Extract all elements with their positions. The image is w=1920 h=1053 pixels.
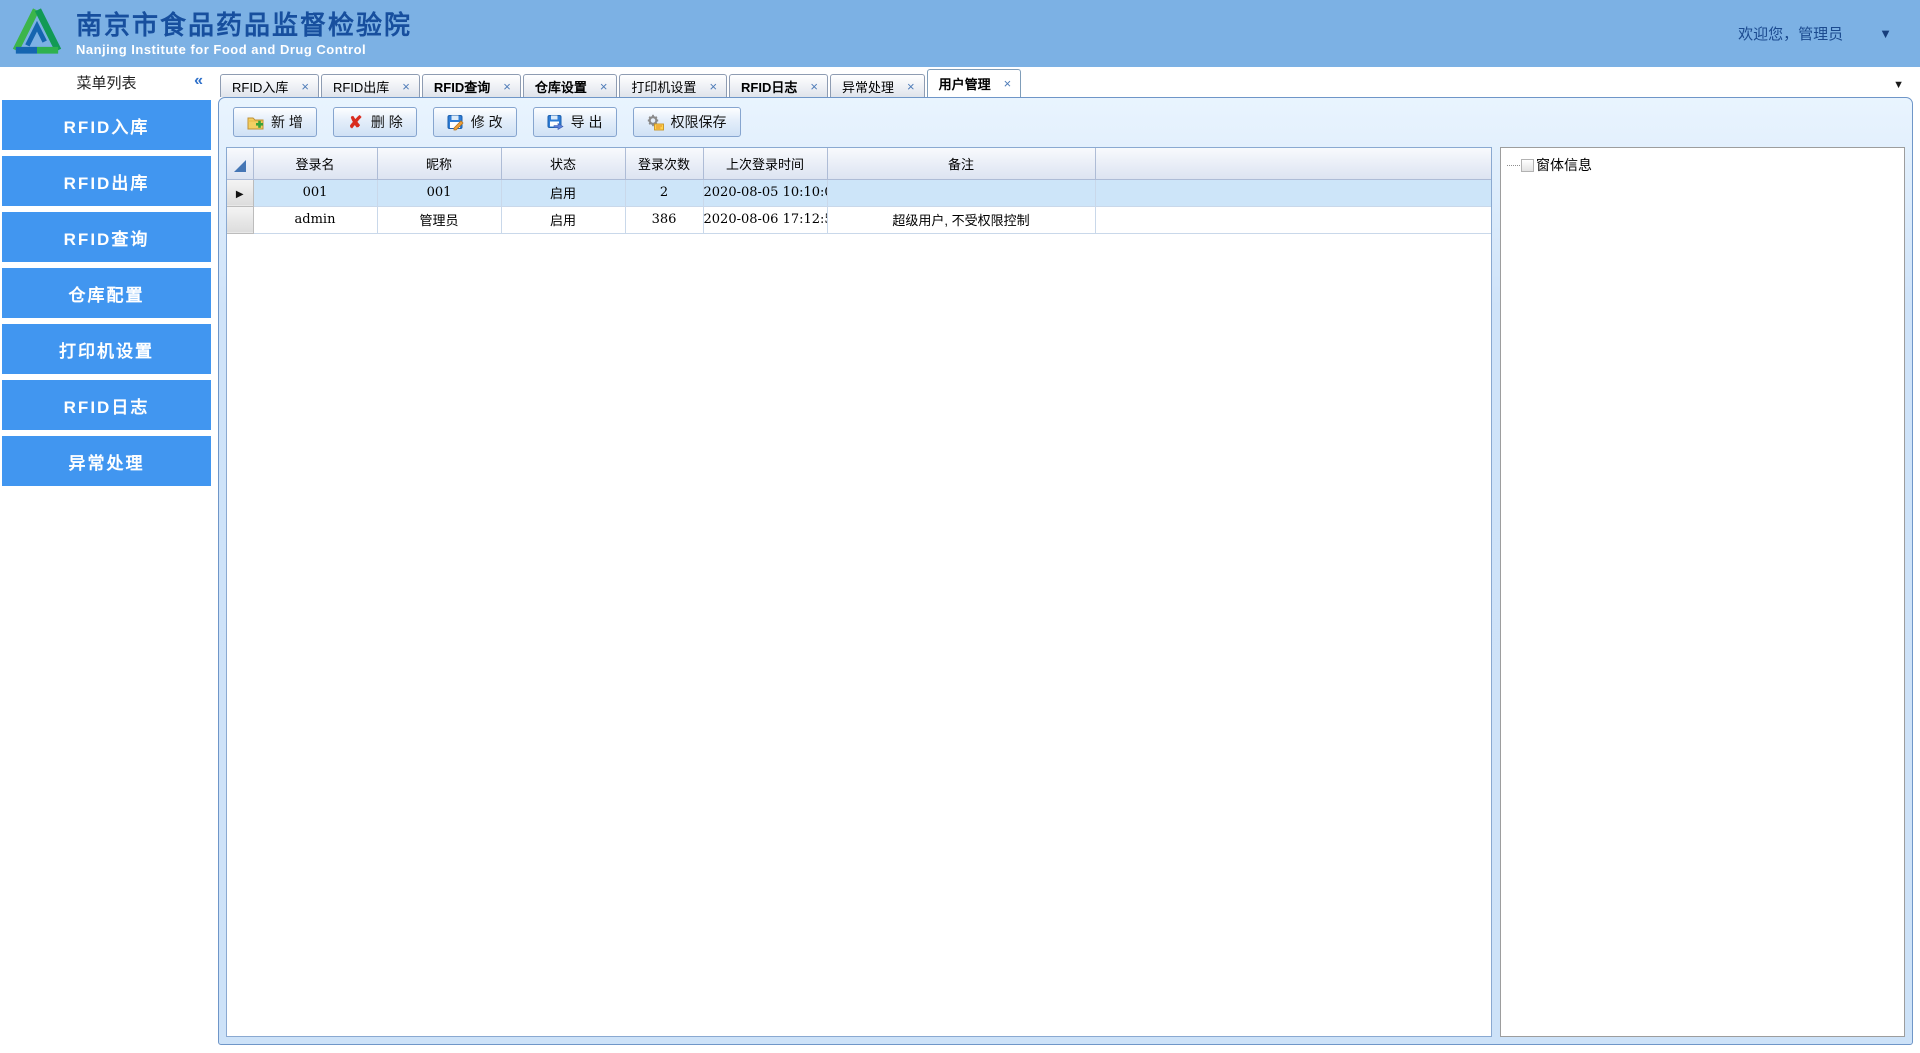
column-header-login[interactable]: 登录名 bbox=[252, 148, 378, 180]
cell-login: admin bbox=[252, 205, 378, 234]
cell-last-login: 2020-08-05 10:10:03 bbox=[702, 178, 828, 207]
tree-checkbox[interactable] bbox=[1521, 158, 1534, 172]
tab-close-icon[interactable]: × bbox=[402, 80, 410, 93]
cell-login-count: 386 bbox=[624, 205, 704, 234]
tab-close-icon[interactable]: × bbox=[907, 80, 915, 93]
tab-strip: RFID入库 × RFID出库 × RFID查询 × 仓库设置 × 打印机设置 bbox=[218, 67, 1920, 97]
current-row-marker-icon: ▶ bbox=[235, 189, 244, 200]
delete-button-label: 删 除 bbox=[370, 114, 403, 130]
select-all-header[interactable] bbox=[227, 148, 254, 180]
edit-button-label: 修 改 bbox=[470, 114, 503, 130]
column-header-nickname[interactable]: 昵称 bbox=[376, 148, 502, 180]
sidebar-item-exception-handling[interactable]: 异常处理 bbox=[2, 436, 211, 486]
tab-rfid-log[interactable]: RFID日志 × bbox=[729, 74, 828, 97]
table-row[interactable]: ▶ 001 001 启用 2 2020-08-05 10:10:03 bbox=[227, 178, 1491, 207]
column-header-last-login[interactable]: 上次登录时间 bbox=[702, 148, 828, 180]
tab-label: RFID入库 bbox=[232, 79, 289, 95]
cell-last-login: 2020-08-06 17:12:50 bbox=[702, 205, 828, 234]
row-indicator bbox=[227, 205, 254, 234]
column-header-login-count[interactable]: 登录次数 bbox=[624, 148, 704, 180]
tab-label: 仓库设置 bbox=[534, 79, 587, 95]
toolbar: 新 增 ✘ 删 除 修 改 导 出 权限保存 bbox=[233, 107, 1906, 138]
sidebar-title: 菜单列表 bbox=[76, 75, 137, 92]
column-header-status[interactable]: 状态 bbox=[500, 148, 626, 180]
tab-close-icon[interactable]: × bbox=[600, 80, 608, 93]
table-row[interactable]: admin 管理员 启用 386 2020-08-06 17:12:50 超级用… bbox=[227, 205, 1491, 234]
tab-label: RFID查询 bbox=[433, 79, 491, 95]
sidebar-item-rfid-inbound[interactable]: RFID入库 bbox=[2, 100, 211, 150]
tab-close-icon[interactable]: × bbox=[301, 80, 309, 93]
sidebar-item-printer-settings[interactable]: 打印机设置 bbox=[2, 324, 211, 374]
edit-floppy-icon bbox=[447, 114, 464, 131]
sidebar-item-rfid-outbound[interactable]: RFID出库 bbox=[2, 156, 211, 206]
app-subtitle: Nanjing Institute for Food and Drug Cont… bbox=[76, 42, 367, 57]
tab-rfid-query[interactable]: RFID查询 × bbox=[421, 74, 521, 97]
tab-close-icon[interactable]: × bbox=[810, 80, 818, 93]
app-header: 南京市食品药品监督检验院 Nanjing Institute for Food … bbox=[0, 0, 1920, 67]
tab-label: RFID出库 bbox=[332, 79, 390, 95]
tab-warehouse-settings[interactable]: 仓库设置 × bbox=[522, 74, 618, 97]
add-button-label: 新 增 bbox=[271, 114, 303, 130]
cell-nickname: 管理员 bbox=[376, 205, 502, 234]
edit-button[interactable]: 修 改 bbox=[432, 107, 517, 137]
table-header-row: 登录名 昵称 状态 登录次数 上次登录时间 备注 bbox=[227, 148, 1491, 180]
cell-filler bbox=[1094, 178, 1491, 207]
tab-close-icon[interactable]: × bbox=[503, 80, 511, 93]
tree-node-label: 窗体信息 bbox=[1536, 157, 1592, 173]
delete-icon: ✘ bbox=[348, 112, 363, 132]
delete-button[interactable]: ✘ 删 除 bbox=[332, 107, 417, 137]
user-table: 登录名 昵称 状态 登录次数 上次登录时间 备注 ▶ 001 001 启用 2 … bbox=[227, 148, 1491, 234]
sidebar-item-rfid-query[interactable]: RFID查询 bbox=[2, 212, 211, 262]
tab-label: 异常处理 bbox=[841, 79, 894, 95]
welcome-text: 欢迎您，管理员 bbox=[1738, 26, 1844, 43]
sidebar-item-rfid-log[interactable]: RFID日志 bbox=[2, 380, 211, 430]
tab-close-icon[interactable]: × bbox=[1004, 77, 1012, 90]
sidebar-item-warehouse-config[interactable]: 仓库配置 bbox=[2, 268, 211, 318]
tab-label: 用户管理 bbox=[938, 77, 991, 92]
select-all-icon bbox=[233, 160, 246, 173]
sidebar-collapse-icon[interactable]: « bbox=[194, 72, 203, 90]
cell-status: 启用 bbox=[500, 205, 626, 234]
permission-save-button-label: 权限保存 bbox=[670, 114, 727, 130]
cell-remark bbox=[826, 178, 1096, 207]
export-button-label: 导 出 bbox=[570, 114, 603, 130]
user-grid-panel: 登录名 昵称 状态 登录次数 上次登录时间 备注 ▶ 001 001 启用 2 … bbox=[226, 147, 1492, 1037]
tab-overflow-icon[interactable]: ▼ bbox=[1893, 79, 1904, 91]
tab-close-icon[interactable]: × bbox=[709, 80, 717, 93]
cell-filler bbox=[1094, 205, 1491, 234]
row-indicator: ▶ bbox=[227, 178, 254, 207]
cell-login: 001 bbox=[252, 178, 378, 207]
cell-login-count: 2 bbox=[624, 178, 704, 207]
permission-save-button[interactable]: 权限保存 bbox=[632, 107, 741, 137]
content-panel: 新 增 ✘ 删 除 修 改 导 出 权限保存 登录名 昵称 状态 登录次数 上次… bbox=[218, 97, 1913, 1045]
tab-rfid-outbound[interactable]: RFID出库 × bbox=[320, 74, 420, 97]
tab-exception-handling[interactable]: 异常处理 × bbox=[829, 74, 925, 97]
form-info-tree-panel: 窗体信息 bbox=[1500, 147, 1905, 1037]
export-button[interactable]: 导 出 bbox=[532, 107, 617, 137]
institute-logo-icon bbox=[12, 5, 62, 62]
export-floppy-icon bbox=[547, 114, 564, 131]
column-header-filler bbox=[1094, 148, 1491, 180]
tree-branch-line bbox=[1507, 164, 1520, 166]
app-title: 南京市食品药品监督检验院 bbox=[76, 10, 413, 40]
tab-printer-settings[interactable]: 打印机设置 × bbox=[619, 74, 728, 97]
tab-label: 打印机设置 bbox=[631, 79, 697, 95]
cell-remark: 超级用户, 不受权限控制 bbox=[826, 205, 1096, 234]
add-button[interactable]: 新 增 bbox=[233, 107, 317, 137]
cell-nickname: 001 bbox=[376, 178, 502, 207]
sidebar-menu: 菜单列表 « RFID入库 RFID出库 RFID查询 仓库配置 打印机设置 R… bbox=[0, 67, 213, 1053]
tree-node-form-info[interactable]: 窗体信息 bbox=[1507, 155, 1898, 175]
user-menu-caret-icon[interactable]: ▼ bbox=[1879, 26, 1892, 41]
tab-rfid-inbound[interactable]: RFID入库 × bbox=[220, 74, 319, 97]
cell-status: 启用 bbox=[500, 178, 626, 207]
application-window: 南京市食品药品监督检验院 Nanjing Institute for Food … bbox=[0, 0, 1920, 1053]
tab-user-management[interactable]: 用户管理 × bbox=[926, 69, 1022, 97]
tab-label: RFID日志 bbox=[741, 79, 798, 95]
add-folder-icon bbox=[247, 114, 264, 131]
column-header-remark[interactable]: 备注 bbox=[826, 148, 1096, 180]
permission-save-gear-icon bbox=[647, 114, 664, 131]
